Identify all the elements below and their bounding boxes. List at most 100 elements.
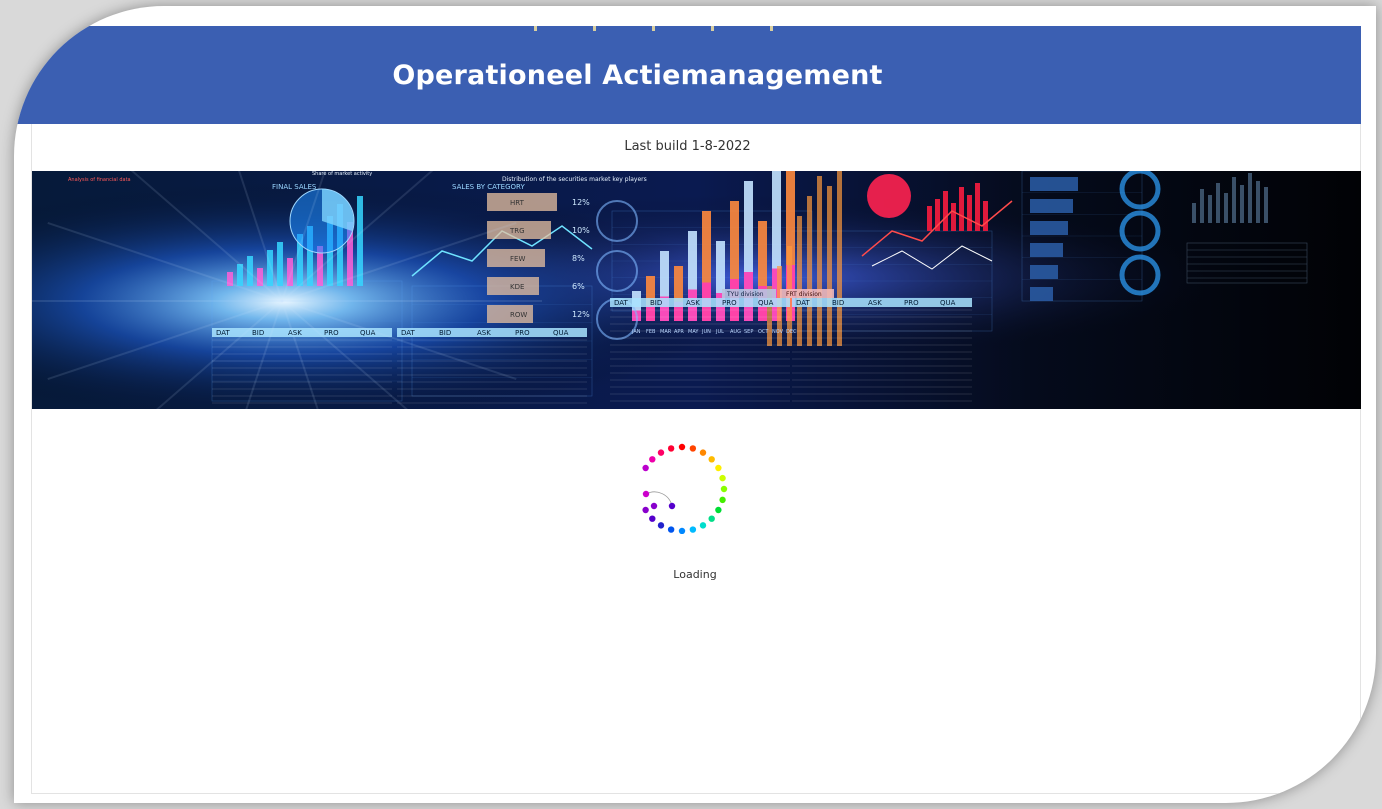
bar-mark xyxy=(837,171,842,346)
app-frame: Operationeel Actiemanagement Last build … xyxy=(14,6,1376,803)
spinner-dot xyxy=(642,464,649,472)
table-c-header-cell: ASK xyxy=(686,299,700,307)
percent-label: 6% xyxy=(572,282,585,291)
month-label: JAN xyxy=(631,329,641,335)
spinner-dot xyxy=(678,443,686,451)
bar-mark xyxy=(1248,173,1252,223)
spinner-dot xyxy=(649,515,656,522)
month-label: OCT xyxy=(758,329,769,335)
table-b-header-cell: QUA xyxy=(553,329,569,337)
bar-mark xyxy=(357,196,363,286)
table-c-header-cell: BID xyxy=(650,299,662,307)
bar-mark xyxy=(959,187,964,231)
spinner-dot xyxy=(719,496,726,504)
percent-label: 12% xyxy=(572,310,590,319)
spinner-dot xyxy=(657,449,665,456)
month-label: SEP xyxy=(744,329,753,335)
percent-label: 12% xyxy=(572,198,590,207)
table-b-header-cell: DAT xyxy=(401,329,416,337)
category-label: ROW xyxy=(510,311,527,319)
bar-mark xyxy=(797,216,802,346)
category-label: TRG xyxy=(509,227,525,235)
category-bar xyxy=(1030,221,1068,235)
bar-mark xyxy=(951,203,956,231)
bar-mark xyxy=(277,242,283,286)
table-b-header-cell: PRO xyxy=(515,329,530,337)
bar-mark xyxy=(1192,203,1196,223)
bar-mark xyxy=(1240,185,1244,223)
month-label: DEC xyxy=(786,329,797,335)
build-info: Last build 1-8-2022 xyxy=(624,139,751,154)
category-label: FEW xyxy=(510,255,525,263)
spinner-arc xyxy=(645,491,673,507)
percent-label: 10% xyxy=(572,226,590,235)
bar-mark xyxy=(817,176,822,346)
spinner-dot xyxy=(708,515,715,522)
banner-graphic: HRT 12% TRG 10% FEW 8% KDE 6% ROW 12% DAT BID ASK PRO… xyxy=(32,171,1361,409)
spinner-dot xyxy=(642,490,650,498)
spinner-dot xyxy=(719,474,726,482)
bar-mark xyxy=(1232,177,1236,223)
dashboard-banner-image: HRT 12% TRG 10% FEW 8% KDE 6% ROW 12% DAT BID ASK PRO… xyxy=(32,171,1361,409)
spinner-dot xyxy=(699,522,707,529)
bar-mark xyxy=(1224,193,1228,223)
bar-mark xyxy=(827,186,832,346)
table-c-header-cell: DAT xyxy=(614,299,629,307)
spinner-dot xyxy=(668,502,676,510)
division-label: FRT division xyxy=(786,291,822,298)
spinner-dot xyxy=(678,527,686,535)
loading-spinner xyxy=(632,434,732,535)
spinner-dot xyxy=(720,485,728,493)
month-label: FEB xyxy=(646,329,656,335)
bar-mark xyxy=(1200,189,1204,223)
category-bar xyxy=(1030,243,1063,257)
bar-mark xyxy=(983,201,988,231)
spinner-dot xyxy=(689,445,697,452)
table-d-header-cell: DAT xyxy=(796,299,811,307)
table-d-header-cell: ASK xyxy=(868,299,882,307)
header-decoration xyxy=(534,26,773,31)
bar-mark xyxy=(1264,187,1268,223)
spinner-dot xyxy=(657,522,665,529)
table-b-header-cell: BID xyxy=(439,329,451,337)
bar-mark xyxy=(1216,183,1220,223)
spinner-dot xyxy=(708,456,715,463)
app-header: Operationeel Actiemanagement xyxy=(14,26,1361,124)
division-label: TYU division xyxy=(726,291,764,298)
pie-circle xyxy=(867,174,911,218)
table-b-header-cell: ASK xyxy=(477,329,491,337)
table-a-header-cell: ASK xyxy=(288,329,302,337)
spinner-dot xyxy=(715,506,722,514)
spinner-dot xyxy=(667,526,675,533)
banner-heading: Share of market activity xyxy=(312,171,372,177)
month-label: APR xyxy=(674,329,684,335)
banner-heading: Distribution of the securities market ke… xyxy=(502,176,647,183)
category-bar xyxy=(1030,199,1073,213)
banner-heading: Analysis of financial data xyxy=(68,177,131,183)
month-label: JUN xyxy=(701,329,711,335)
table-d-header-cell: PRO xyxy=(904,299,919,307)
bar-mark xyxy=(807,196,812,346)
category-label: KDE xyxy=(510,283,524,291)
table-d-header-cell: BID xyxy=(832,299,844,307)
bar-mark xyxy=(646,305,655,321)
spinner-dot xyxy=(689,526,697,533)
spinner-dot xyxy=(667,445,675,452)
bar-mark xyxy=(927,206,932,231)
banner-heading: FINAL SALES xyxy=(272,183,317,191)
table-d-header-cell: QUA xyxy=(940,299,956,307)
banner-heading: SALES BY CATEGORY xyxy=(452,183,525,191)
bar-mark xyxy=(943,191,948,231)
category-bar xyxy=(1030,287,1053,301)
spinner-dot xyxy=(699,449,707,456)
table-a-header-cell: BID xyxy=(252,329,264,337)
category-bar xyxy=(1030,265,1058,279)
bar-mark xyxy=(1208,195,1212,223)
category-bar xyxy=(1030,177,1078,191)
table-c-header-cell: QUA xyxy=(758,299,774,307)
month-label: MAR xyxy=(660,329,672,335)
table-a-header-cell: PRO xyxy=(324,329,339,337)
bar-mark xyxy=(967,195,972,231)
percent-label: 8% xyxy=(572,254,585,263)
month-label: NOV xyxy=(772,329,784,335)
